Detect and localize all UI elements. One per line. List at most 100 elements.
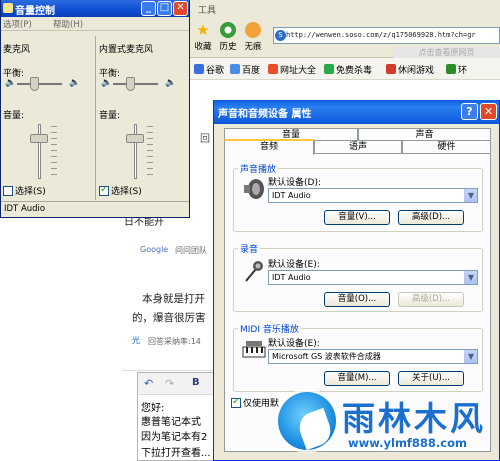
midi-default-label: 默认设备(E):	[268, 339, 320, 349]
google-logo: Google	[140, 245, 169, 254]
watermark-url: www.ylmf888.com	[348, 436, 468, 450]
bold-icon[interactable]: B	[192, 377, 200, 388]
tab-audio[interactable]: 音频	[224, 139, 314, 155]
address-text: http://wenwen.soso.com/z/q175069928.htm?…	[286, 31, 476, 39]
speaker-icon	[3, 3, 13, 13]
partial-label: 回	[200, 134, 210, 145]
favorites-label: 收藏	[194, 42, 212, 52]
dialog-title: 声音和音频设备 属性	[218, 109, 312, 120]
playback-device-select[interactable]: IDT Audio ▼	[268, 188, 478, 203]
incognito-icon	[245, 22, 261, 38]
recording-default-label: 默认设备(E):	[268, 260, 320, 270]
midi-device-select[interactable]: Microsoft GS 波表软件合成器 ▼	[268, 349, 478, 364]
balance-slider[interactable]	[126, 77, 135, 91]
redo-icon[interactable]: ↷	[165, 377, 174, 390]
baidu-icon	[230, 64, 240, 74]
antivirus-icon	[324, 64, 334, 74]
select-checkbox[interactable]: 选择(S)	[3, 184, 46, 197]
help-button[interactable]: ?	[461, 103, 478, 120]
dialog-close-button[interactable]: ✕	[480, 103, 497, 120]
google-icon	[194, 64, 204, 74]
speaker-icon	[244, 179, 264, 199]
leaf-logo-icon	[278, 392, 336, 451]
watermark-title: 雨林木风	[342, 399, 486, 438]
minimize-button[interactable]: _	[141, 1, 156, 16]
chevron-down-icon: ▼	[464, 271, 477, 284]
address-bar[interactable]: S http://wenwen.soso.com/z/q175069928.ht…	[273, 27, 500, 44]
menu-help[interactable]: 帮助(H)	[53, 18, 83, 30]
menu-options[interactable]: 选项(P)	[3, 18, 32, 30]
more-icon	[446, 64, 456, 74]
tab-voice[interactable]: 语声	[314, 140, 402, 154]
content-divider	[122, 370, 217, 371]
volume-slider[interactable]	[126, 134, 144, 143]
volume-track	[134, 124, 137, 179]
editor-line-2: 惠普笔记本式	[141, 417, 201, 428]
right-speaker-icon: 🔈	[69, 78, 81, 88]
chevron-down-icon: ▼	[464, 350, 477, 363]
playback-title: 声音播放	[238, 162, 279, 175]
microphone-icon	[245, 261, 263, 282]
balance-track	[113, 83, 158, 85]
watermark-logo: 雨林木风 www.ylmf888.com	[270, 382, 500, 461]
close-button[interactable]: ✕	[173, 1, 188, 16]
tabs-front-row: 音频 语声 硬件	[224, 139, 491, 155]
left-speaker-icon: 🔈	[5, 78, 17, 88]
playback-volume-button[interactable]: 音量(V)...	[324, 210, 390, 225]
para-2: 的，爆音很厉害	[132, 312, 206, 324]
link-google[interactable]: 谷歌	[194, 63, 224, 76]
volume-menu-bar: 选项(P) 帮助(H)	[1, 17, 189, 31]
playback-group: 声音播放 默认设备(D): IDT Audio ▼ 音量(V)... 高级(D)…	[233, 162, 483, 232]
channel-name: 内置式麦克风	[99, 45, 154, 55]
checkbox-box	[3, 186, 13, 196]
recording-device-select[interactable]: IDT Audio ▼	[268, 270, 478, 285]
browser-menu-bar: 工具	[190, 0, 500, 18]
editor-line-3: 因为笔记本有2	[141, 432, 208, 443]
link-url-directory[interactable]: 网址大全	[268, 63, 316, 76]
chevron-down-icon: ▼	[464, 189, 477, 202]
para-1: 本身就是打开	[142, 293, 205, 305]
microphone-column: 麦克风 平衡: 🔈 🔈 音量: 选择(S)	[3, 32, 95, 202]
volume-slider[interactable]	[30, 134, 48, 143]
recording-title: 录音	[238, 242, 261, 255]
volume-label: 音量:	[3, 111, 25, 121]
volume-control-window: 音量控制 _ □ ✕ 选项(P) 帮助(H) 麦克风 平衡: 🔈 🔈 音量: 选…	[0, 0, 190, 218]
rating-text: 回答采纳率:14	[148, 337, 201, 346]
default-only-checkbox[interactable]: 仅使用默	[231, 396, 279, 409]
left-speaker-icon: 🔈	[101, 78, 113, 88]
favorites-button[interactable]: ★ 收藏	[192, 22, 214, 52]
checkbox-box	[231, 396, 241, 408]
undo-icon[interactable]: ↶	[144, 377, 153, 390]
incognito-label: 无痕	[244, 42, 262, 52]
maximize-button[interactable]: □	[157, 1, 172, 16]
sogou-icon: S	[275, 30, 286, 41]
balance-slider[interactable]	[30, 77, 39, 91]
editor-line-4: 下拉打开查看...	[141, 448, 211, 459]
link-baidu[interactable]: 百度	[230, 63, 260, 76]
right-speaker-icon: 🔈	[165, 78, 177, 88]
volume-ticks	[51, 126, 57, 178]
links-bar: 谷歌 百度 网址大全 免费杀毒 休闲游戏 环	[190, 58, 500, 80]
select-checkbox[interactable]: 选择(S)	[99, 184, 142, 197]
link-more[interactable]: 环	[446, 63, 467, 76]
tab-hardware[interactable]: 硬件	[402, 140, 491, 154]
history-button[interactable]: 历史	[217, 22, 239, 52]
channel-name: 麦克风	[3, 45, 31, 55]
status-bar: IDT Audio	[1, 201, 189, 217]
recording-advanced-button: 高级(D)...	[398, 292, 464, 307]
playback-advanced-button[interactable]: 高级(D)...	[398, 210, 464, 225]
history-label: 历史	[219, 42, 237, 52]
menu-tools[interactable]: 工具	[198, 3, 216, 16]
recording-volume-button[interactable]: 音量(O)...	[324, 292, 390, 307]
link-antivirus[interactable]: 免费杀毒	[324, 63, 372, 76]
star-icon: ★	[196, 21, 210, 39]
midi-title: MIDI 音乐播放	[238, 322, 301, 335]
volume-title-bar: 音量控制 _ □ ✕	[1, 0, 189, 17]
browser-toolbar: ★ 收藏 历史 无痕 S http://wenwen.soso.com/z/q1…	[190, 18, 500, 59]
recording-group: 录音 默认设备(E): IDT Audio ▼ 音量(O)... 高级(D)..…	[233, 242, 483, 312]
team-label: 问问团队	[175, 246, 207, 255]
link-games[interactable]: 休闲游戏	[386, 63, 434, 76]
incognito-button[interactable]: 无痕	[242, 22, 264, 52]
playback-default-label: 默认设备(D):	[268, 178, 321, 188]
checkbox-box	[99, 184, 109, 196]
